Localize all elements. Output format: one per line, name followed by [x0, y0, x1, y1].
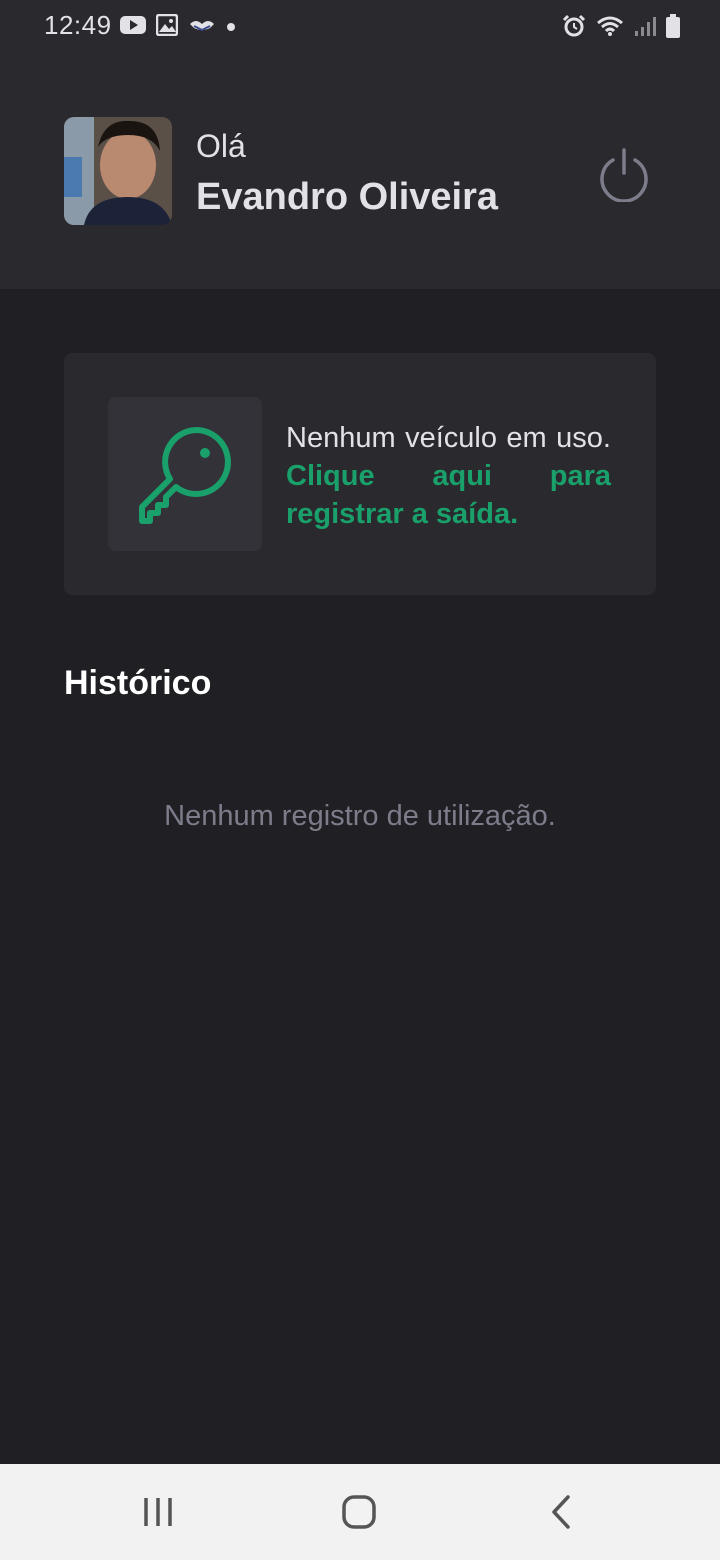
key-icon-box	[108, 397, 262, 551]
status-left-icons	[120, 13, 236, 41]
logout-button[interactable]	[596, 146, 652, 203]
profile-header: Olá Evandro Oliveira	[0, 56, 720, 289]
register-exit-card[interactable]: Nenhum veículo em uso. Clique aqui para …	[64, 353, 656, 595]
history-title: Histórico	[64, 664, 212, 702]
avatar	[64, 117, 172, 225]
dot-icon	[226, 19, 236, 37]
home-button[interactable]	[335, 1488, 383, 1536]
home-icon	[342, 1495, 376, 1529]
status-bar: 12:49	[0, 0, 720, 56]
status-right-icons	[562, 14, 680, 43]
status-time: 12:49	[44, 10, 112, 40]
history-empty-message: Nenhum registro de utilização.	[164, 800, 556, 832]
vehicle-status-text: Nenhum veículo em uso. Clique aqui para …	[286, 419, 611, 533]
no-vehicle-text: Nenhum veículo em uso.	[286, 422, 611, 454]
key-icon	[139, 427, 231, 524]
recent-apps-button[interactable]	[134, 1488, 182, 1536]
user-name: Evandro Oliveira	[196, 176, 499, 218]
gallery-icon	[155, 13, 179, 41]
back-button[interactable]	[538, 1488, 586, 1536]
greeting: Olá	[196, 128, 246, 164]
battery-icon	[666, 14, 680, 43]
back-icon	[552, 1495, 570, 1529]
alarm-icon	[562, 14, 586, 43]
recent-apps-icon	[144, 1498, 172, 1526]
wifi-icon	[596, 15, 624, 42]
signal-icon	[634, 15, 656, 42]
power-icon	[600, 148, 648, 203]
register-exit-link[interactable]: Clique aqui para registrar a saída.	[286, 460, 611, 530]
youtube-icon	[120, 15, 146, 40]
system-nav-bar	[0, 1464, 720, 1560]
handshake-icon	[188, 16, 216, 39]
